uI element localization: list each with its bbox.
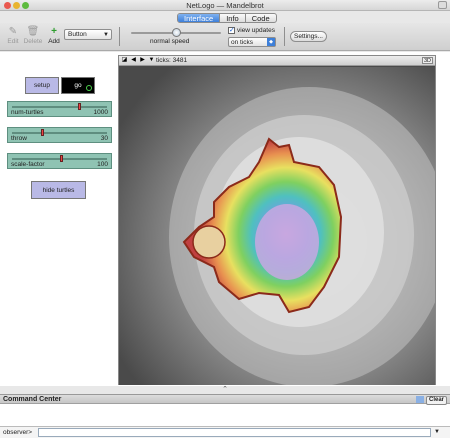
slider-name: scale-factor [11, 161, 45, 168]
view-header: ◪ ◀ ▶ ▼ ticks: 3481 3D [119, 56, 435, 66]
widget-type-value: Button [68, 31, 87, 38]
trash-icon: 🗑 [26, 26, 40, 37]
tab-bar: Interface Info Code [177, 13, 277, 23]
world-view[interactable]: ◪ ◀ ▶ ▼ ticks: 3481 3D [118, 55, 436, 385]
edit-button[interactable]: ✎ Edit [6, 26, 20, 45]
slider-track [12, 132, 107, 134]
add-button[interactable]: + Add [47, 26, 61, 45]
command-center: Command Center Clear observer> ▼ [0, 394, 450, 439]
close-window-button[interactable] [4, 2, 11, 9]
zoom-window-button[interactable] [22, 2, 29, 9]
ticks-counter: ticks: 3481 [156, 57, 188, 64]
slider-name: throw [11, 135, 27, 142]
update-mode-select[interactable]: on ticks ◆ [228, 37, 276, 47]
slider-thumb[interactable] [60, 155, 63, 162]
slider-value: 100 [97, 161, 108, 168]
clear-button[interactable]: Clear [425, 396, 447, 405]
view-updates-checkbox[interactable]: ✓ view updates [228, 27, 275, 34]
divider [119, 27, 120, 46]
tab-interface[interactable]: Interface [178, 14, 221, 22]
view-updates-label: view updates [237, 27, 275, 34]
pin-icon[interactable] [416, 396, 424, 403]
speed-slider[interactable] [131, 28, 221, 37]
chevron-down-icon: ▼ [103, 32, 109, 38]
setup-button[interactable]: setup [25, 77, 59, 94]
tab-info[interactable]: Info [220, 14, 246, 22]
interface-canvas: setup go num-turtles 1000 throw 30 scale… [0, 52, 450, 386]
delete-button[interactable]: 🗑 Delete [22, 26, 44, 45]
arrow-left-icon[interactable]: ◀ [130, 57, 137, 64]
widget-type-select[interactable]: Button ▼ [64, 29, 112, 40]
arrow-down-icon[interactable]: ▼ [148, 57, 155, 64]
3d-button[interactable]: 3D [421, 57, 433, 64]
zoom-icon[interactable]: ◪ [121, 57, 128, 64]
hide-turtles-button[interactable]: hide turtles [31, 181, 86, 199]
slider-scale-factor[interactable]: scale-factor 100 [7, 153, 112, 169]
slider-track [12, 106, 107, 108]
checkmark-icon: ✓ [228, 27, 235, 34]
slider-value: 1000 [93, 109, 108, 116]
arrow-right-icon[interactable]: ▶ [139, 57, 146, 64]
slider-name: num-turtles [11, 109, 44, 116]
slider-num-turtles[interactable]: num-turtles 1000 [7, 101, 112, 117]
splitter-handle[interactable]: ⌃ [0, 386, 450, 394]
slider-throw[interactable]: throw 30 [7, 127, 112, 143]
speed-label: normal speed [150, 38, 190, 45]
command-input[interactable] [38, 428, 431, 437]
command-center-header: Command Center Clear [0, 395, 450, 405]
go-label: go [74, 82, 82, 89]
plus-icon: + [51, 26, 57, 37]
bulb [192, 225, 226, 259]
add-label: Add [48, 38, 60, 45]
cardioid-center [255, 204, 319, 280]
command-input-row: observer> ▼ [0, 426, 450, 438]
title-bar: NetLogo — Mandelbrot [0, 0, 450, 11]
mandelbrot-render [119, 67, 435, 385]
slider-thumb[interactable] [41, 129, 44, 136]
command-center-title: Command Center [3, 396, 62, 403]
speed-slider-thumb[interactable] [172, 28, 181, 37]
slider-value: 30 [100, 135, 108, 142]
go-button[interactable]: go [61, 77, 95, 94]
divider [284, 27, 285, 46]
toolbar-toggle-button[interactable] [438, 1, 447, 9]
delete-label: Delete [23, 38, 43, 45]
forever-icon [86, 85, 92, 91]
minimize-window-button[interactable] [13, 2, 20, 9]
update-mode-value: on ticks [231, 39, 254, 46]
view-controls: ◪ ◀ ▶ ▼ [121, 57, 155, 64]
agent-prompt[interactable]: observer> [3, 429, 32, 436]
toolbar: ✎ Edit 🗑 Delete + Add Button ▼ normal sp… [0, 23, 450, 51]
history-dropdown-icon[interactable]: ▼ [434, 429, 440, 435]
window-title: NetLogo — Mandelbrot [186, 1, 264, 10]
chevron-updown-icon: ◆ [267, 38, 275, 46]
pencil-icon: ✎ [8, 26, 18, 37]
slider-thumb[interactable] [78, 103, 81, 110]
tab-code[interactable]: Code [246, 14, 276, 22]
settings-button[interactable]: Settings... [290, 31, 327, 42]
edit-label: Edit [7, 38, 19, 45]
